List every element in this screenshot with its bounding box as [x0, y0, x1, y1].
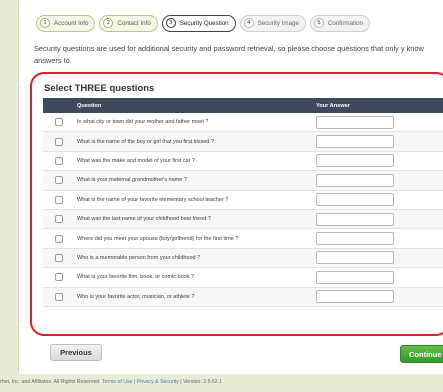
table-row: What was the make and model of your firs… — [43, 152, 443, 172]
copyright-text: rhet, Inc. and Affiliates. All Rights Re… — [0, 379, 101, 385]
step-label: Security Question — [179, 19, 229, 27]
table-row: What is your maternal grandmother's name… — [43, 171, 443, 191]
answer-input[interactable] — [316, 135, 394, 149]
question-checkbox[interactable] — [55, 234, 63, 243]
question-text: Who is a memorable person from your chil… — [77, 254, 201, 261]
question-text: What was the last name of your childhood… — [77, 216, 211, 223]
step-label: Confirmation — [327, 19, 363, 27]
answer-input[interactable] — [316, 290, 394, 304]
table-row: What was the last name of your childhood… — [43, 209, 443, 230]
highlight-frame: Select THREE questions Question Your Ans… — [30, 72, 443, 336]
answer-input[interactable] — [316, 115, 394, 129]
answer-input[interactable] — [316, 212, 394, 226]
step-number: 4 — [243, 18, 254, 28]
step-label: Security Image — [257, 19, 299, 27]
step-label: Account Info — [54, 19, 89, 27]
table-row: What is the name of your favorite elemen… — [43, 191, 443, 210]
step-security-image[interactable]: 4 Security Image — [239, 14, 306, 32]
intro-text: Security questions are used for addition… — [34, 44, 424, 65]
answer-input[interactable] — [316, 173, 394, 187]
questions-table: Question Your Answer In what city or tow… — [43, 98, 443, 307]
table-row: What is your favorite film, book, or com… — [43, 268, 443, 288]
question-checkbox[interactable] — [55, 273, 63, 282]
answer-input[interactable] — [316, 232, 394, 246]
table-row: Who is a memorable person from your chil… — [43, 248, 443, 269]
question-checkbox[interactable] — [55, 195, 63, 204]
step-contact-info[interactable]: 2 Contact Info — [99, 14, 158, 32]
step-number: 3 — [165, 18, 176, 28]
footer: rhet, Inc. and Affiliates. All Rights Re… — [0, 374, 443, 392]
table-row: Where did you meet your spouse (boy/girl… — [43, 229, 443, 249]
table-row: What is the name of the boy or girl that… — [43, 132, 443, 152]
question-text: What is the name of the boy or girl that… — [77, 138, 214, 145]
continue-button[interactable]: Continue — [400, 345, 443, 363]
question-text: Who is your favorite actor, musician, or… — [77, 293, 195, 300]
step-number: 2 — [103, 18, 114, 28]
question-checkbox[interactable] — [55, 156, 63, 165]
question-checkbox[interactable] — [55, 137, 63, 146]
step-number: 1 — [40, 18, 50, 28]
question-text: What was the make and model of your firs… — [77, 157, 195, 164]
answer-input[interactable] — [316, 193, 394, 207]
section-title: Select THREE questions — [44, 83, 155, 94]
version-text: | Version: 2.5.62.1 — [180, 379, 223, 385]
question-checkbox[interactable] — [55, 176, 63, 185]
wizard-steps: 1 Account Info 2 Contact Info 3 Security… — [36, 13, 370, 33]
answer-input[interactable] — [316, 270, 394, 284]
terms-link[interactable]: Terms of Use — [102, 379, 133, 385]
step-account-info[interactable]: 1 Account Info — [36, 14, 96, 32]
step-number: 5 — [313, 18, 324, 28]
step-confirmation[interactable]: 5 Confirmation — [309, 14, 370, 32]
table-row: Who is your favorite actor, musician, or… — [43, 287, 443, 307]
question-checkbox[interactable] — [55, 215, 63, 224]
footer-separator: | — [133, 379, 136, 385]
privacy-link[interactable]: Privacy & Security — [137, 379, 179, 385]
question-text: What is your favorite film, book, or com… — [77, 274, 195, 281]
table-body: In what city or town did your mother and… — [43, 113, 443, 307]
column-header-answer: Your Answer — [316, 102, 350, 109]
question-checkbox[interactable] — [55, 292, 63, 301]
question-checkbox[interactable] — [55, 253, 63, 262]
answer-input[interactable] — [316, 154, 394, 168]
question-checkbox[interactable] — [55, 118, 63, 127]
step-security-question[interactable]: 3 Security Question — [161, 14, 236, 32]
question-text: In what city or town did your mother and… — [77, 119, 209, 126]
answer-input[interactable] — [316, 251, 394, 265]
column-header-question: Question — [77, 102, 102, 109]
question-text: What is the name of your favorite elemen… — [77, 196, 229, 203]
previous-button[interactable]: Previous — [50, 344, 102, 361]
table-row: In what city or town did your mother and… — [43, 113, 443, 133]
question-text: Where did you meet your spouse (boy/girl… — [77, 235, 239, 242]
table-header: Question Your Answer — [43, 98, 443, 113]
question-text: What is your maternal grandmother's name… — [77, 177, 187, 184]
step-label: Contact Info — [117, 19, 151, 27]
